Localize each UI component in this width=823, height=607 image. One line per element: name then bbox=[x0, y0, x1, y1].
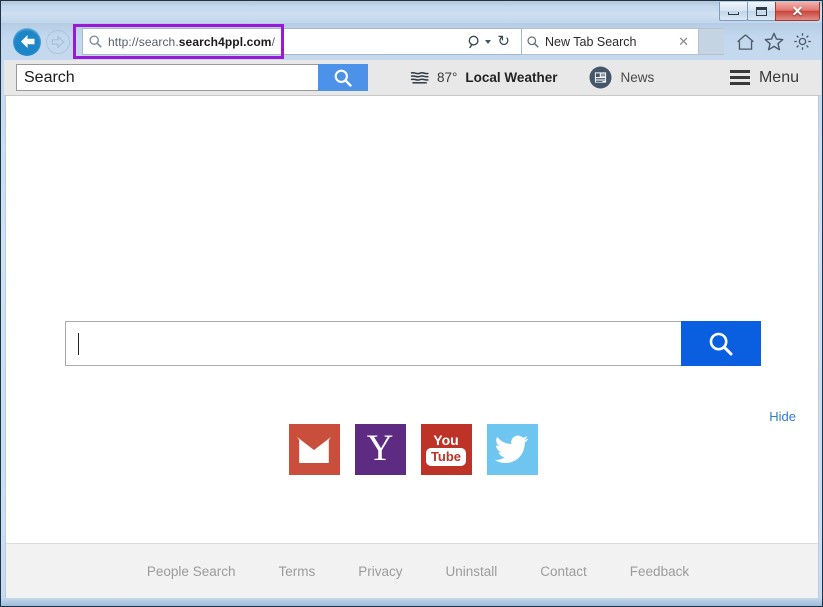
toolbar-news-widget[interactable]: News bbox=[589, 66, 654, 89]
close-button[interactable]: ✕ bbox=[775, 2, 820, 21]
toolbar-search-input[interactable]: Search bbox=[16, 64, 318, 91]
maximize-button[interactable] bbox=[747, 2, 776, 21]
search-tab-close-icon[interactable]: ✕ bbox=[674, 34, 693, 50]
close-icon: ✕ bbox=[791, 3, 804, 19]
title-bar: ✕ bbox=[1, 1, 822, 23]
url-domain: search4ppl.com bbox=[178, 34, 272, 49]
yahoo-y-icon: Y bbox=[366, 428, 394, 469]
titlebar-sheen bbox=[1, 1, 822, 11]
browser-window: ✕ http://search.search4ppl.com/ ↻ New Ta… bbox=[0, 0, 823, 607]
weather-label: Local Weather bbox=[465, 70, 558, 85]
address-search-go-icon[interactable] bbox=[468, 35, 482, 49]
search-icon bbox=[334, 69, 352, 87]
fog-waves-icon bbox=[410, 71, 429, 85]
menu-label: Menu bbox=[758, 68, 799, 86]
youtube-you-text: You bbox=[433, 432, 459, 448]
footer-link-terms[interactable]: Terms bbox=[278, 564, 315, 579]
address-bar-actions: ↻ bbox=[468, 34, 515, 49]
shortcut-gmail[interactable] bbox=[288, 424, 340, 475]
footer-link-privacy[interactable]: Privacy bbox=[358, 564, 402, 579]
youtube-logo-icon: You Tube bbox=[425, 432, 467, 466]
shortcut-tiles: Y You Tube bbox=[6, 424, 818, 475]
gmail-envelope-icon bbox=[297, 436, 331, 463]
search-icon bbox=[709, 332, 733, 355]
back-arrow-icon bbox=[20, 35, 34, 48]
shortcut-twitter[interactable] bbox=[486, 424, 538, 475]
newspaper-icon bbox=[589, 66, 612, 89]
text-cursor bbox=[78, 332, 79, 355]
footer-link-people-search[interactable]: People Search bbox=[147, 564, 236, 579]
extension-toolbar: Search 87° Local Weather News Menu bbox=[4, 60, 821, 96]
toolbar-search-box: Search bbox=[16, 64, 368, 91]
toolbar-menu-button[interactable]: Menu bbox=[729, 68, 799, 87]
hide-shortcuts-link[interactable]: Hide bbox=[769, 409, 796, 424]
toolbar-weather-widget[interactable]: 87° Local Weather bbox=[410, 70, 557, 85]
url-suffix: / bbox=[271, 34, 275, 49]
hamburger-menu-icon bbox=[729, 70, 750, 85]
favorites-star-icon[interactable] bbox=[764, 32, 784, 51]
window-controls: ✕ bbox=[719, 2, 820, 22]
toolbar-search-button[interactable] bbox=[318, 64, 368, 91]
minimize-button[interactable] bbox=[719, 2, 748, 21]
youtube-tube-text: Tube bbox=[425, 448, 467, 466]
url-prefix: http://search. bbox=[108, 34, 179, 49]
page-content: Hide Y You Tube People Search Terms Priv… bbox=[5, 96, 819, 598]
weather-temperature: 87° bbox=[437, 70, 458, 85]
search-tab[interactable]: New Tab Search ✕ bbox=[522, 28, 699, 55]
navigation-bar: http://search.search4ppl.com/ ↻ New Tab … bbox=[4, 23, 821, 60]
shortcut-yahoo[interactable]: Y bbox=[354, 424, 406, 475]
address-bar-container: http://search.search4ppl.com/ ↻ bbox=[82, 28, 522, 55]
forward-button[interactable] bbox=[46, 29, 70, 54]
search-tab-label: New Tab Search bbox=[545, 34, 637, 49]
news-label: News bbox=[620, 70, 655, 85]
browser-tool-icons bbox=[736, 32, 812, 51]
window-bottom-edge bbox=[1, 598, 822, 606]
tab-strip-filler bbox=[699, 28, 724, 55]
page-footer: People Search Terms Privacy Uninstall Co… bbox=[6, 543, 818, 598]
refresh-icon[interactable]: ↻ bbox=[497, 34, 510, 49]
chevron-down-icon[interactable] bbox=[485, 39, 492, 44]
main-search-button[interactable] bbox=[681, 321, 761, 366]
main-search-input[interactable] bbox=[65, 321, 681, 366]
maximize-icon bbox=[756, 6, 767, 16]
forward-arrow-icon bbox=[51, 35, 65, 48]
address-bar[interactable]: http://search.search4ppl.com/ ↻ bbox=[82, 28, 522, 55]
footer-link-feedback[interactable]: Feedback bbox=[630, 564, 689, 579]
address-search-icon bbox=[89, 35, 102, 48]
main-search-box bbox=[65, 321, 761, 366]
shortcut-youtube[interactable]: You Tube bbox=[420, 424, 472, 475]
back-button[interactable] bbox=[13, 27, 41, 56]
home-icon[interactable] bbox=[736, 33, 755, 51]
minimize-icon bbox=[728, 11, 739, 15]
address-url-text: http://search.search4ppl.com/ bbox=[108, 35, 468, 49]
twitter-bird-icon bbox=[495, 435, 529, 464]
settings-gear-icon[interactable] bbox=[793, 32, 812, 51]
search-tab-icon bbox=[527, 35, 539, 48]
footer-link-contact[interactable]: Contact bbox=[540, 564, 587, 579]
footer-link-uninstall[interactable]: Uninstall bbox=[445, 564, 497, 579]
